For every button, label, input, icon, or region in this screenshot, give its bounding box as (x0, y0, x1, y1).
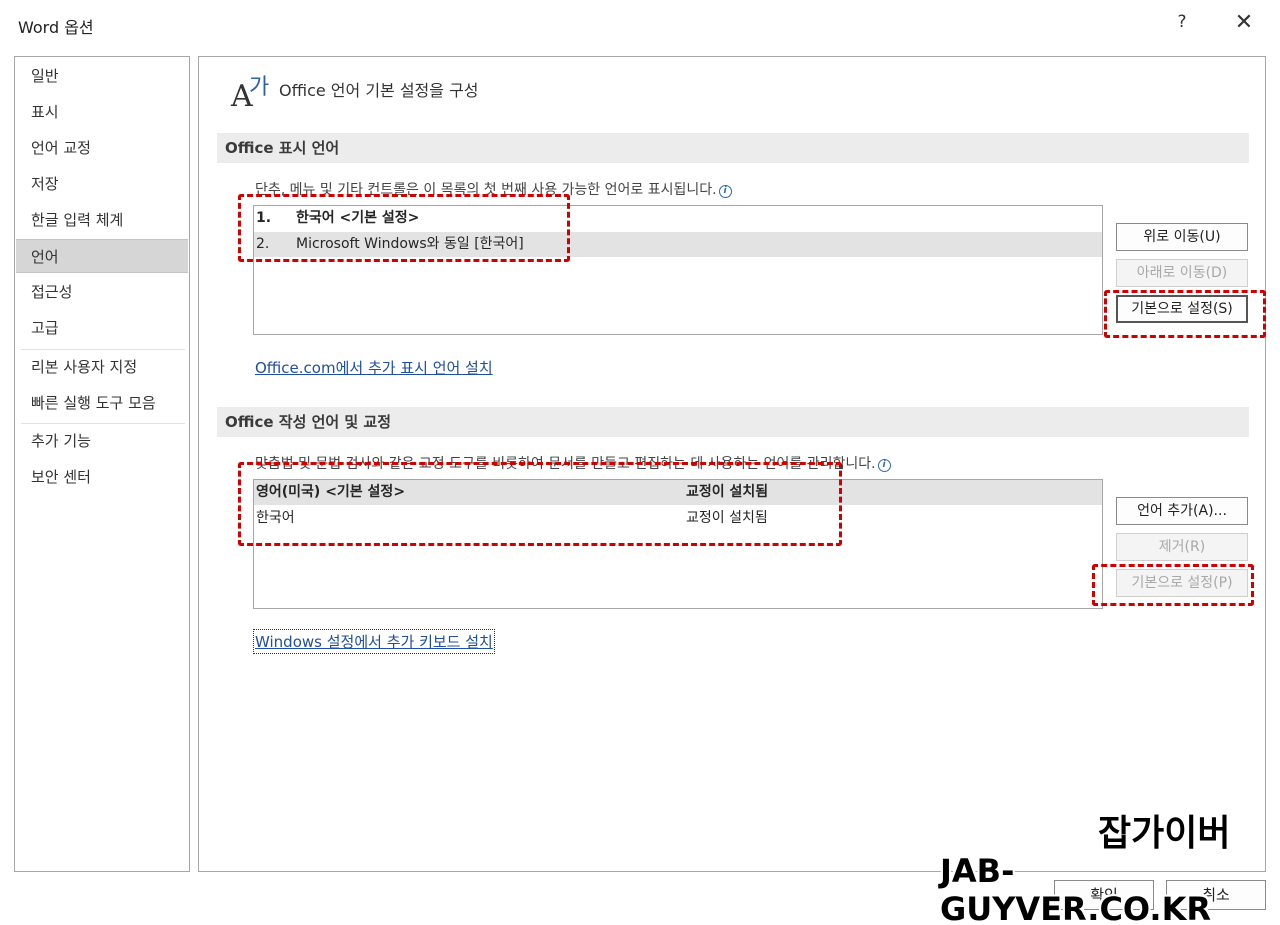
sidebar-item-display[interactable]: 표시 (16, 95, 188, 129)
options-sidebar: 일반 표시 언어 교정 저장 한글 입력 체계 언어 접근성 고급 리본 사용자… (14, 56, 190, 872)
list-item-label: 한국어 <기본 설정> (296, 210, 420, 226)
set-default-display-button[interactable]: 기본으로 설정(S) (1116, 295, 1248, 323)
move-down-button[interactable]: 아래로 이동(D) (1116, 259, 1248, 287)
authoring-language-description-text: 맞춤법 및 문법 검사와 같은 교정 도구를 비롯하여 문서를 만들고 편집하는… (255, 456, 876, 472)
display-language-description-text: 단추, 메뉴 및 기타 컨트롤은 이 목록의 첫 번째 사용 가능한 언어로 표… (255, 182, 717, 198)
help-button[interactable]: ? (1170, 12, 1194, 38)
display-language-description: 단추, 메뉴 및 기타 컨트롤은 이 목록의 첫 번째 사용 가능한 언어로 표… (255, 179, 732, 199)
watermark-url: JAB-GUYVER.CO.KR (940, 852, 1212, 925)
sidebar-item-proofing[interactable]: 언어 교정 (16, 131, 188, 165)
sidebar-item-quick-access-toolbar[interactable]: 빠른 실행 도구 모음 (16, 386, 188, 420)
proofing-status-cell: 교정이 설치됨 (686, 484, 769, 500)
close-icon[interactable]: ✕ (1230, 10, 1258, 38)
authoring-language-section-header: Office 작성 언어 및 교정 (217, 407, 1249, 437)
info-icon[interactable]: i (718, 185, 732, 198)
list-item[interactable]: 2. Microsoft Windows와 동일 [한국어] (254, 232, 1102, 257)
list-item-label: Microsoft Windows와 동일 [한국어] (296, 236, 524, 252)
sidebar-item-general[interactable]: 일반 (16, 59, 188, 93)
proofing-status-cell: 교정이 설치됨 (686, 510, 768, 526)
display-language-section-header: Office 표시 언어 (217, 133, 1249, 163)
install-display-language-link[interactable]: Office.com에서 추가 표시 언어 설치 (255, 357, 493, 378)
display-language-list[interactable]: 1. 한국어 <기본 설정> 2. Microsoft Windows와 동일 … (253, 205, 1103, 335)
sidebar-item-hangul-input[interactable]: 한글 입력 체계 (16, 203, 188, 237)
sidebar-item-advanced[interactable]: 고급 (16, 311, 188, 345)
list-item-number: 1. (256, 210, 272, 226)
language-cell: 영어(미국) <기본 설정> (256, 484, 406, 500)
watermark-brand: 잡가이버 (1098, 813, 1231, 854)
sidebar-item-save[interactable]: 저장 (16, 167, 188, 201)
sidebar-item-accessibility[interactable]: 접근성 (16, 275, 188, 309)
language-icon: A 가 (229, 69, 275, 114)
language-cell: 한국어 (256, 510, 295, 526)
table-row[interactable]: 한국어 교정이 설치됨 (254, 506, 1102, 531)
page-title: Office 언어 기본 설정을 구성 (279, 81, 479, 100)
sidebar-item-add-ins[interactable]: 추가 기능 (16, 424, 188, 458)
authoring-language-description: 맞춤법 및 문법 검사와 같은 교정 도구를 비롯하여 문서를 만들고 편집하는… (255, 453, 891, 473)
language-settings-panel: A 가 Office 언어 기본 설정을 구성 Office 표시 언어 단추,… (198, 56, 1266, 872)
sidebar-item-customize-ribbon[interactable]: 리본 사용자 지정 (16, 350, 188, 384)
set-default-authoring-button[interactable]: 기본으로 설정(P) (1116, 569, 1248, 597)
sidebar-item-trust-center[interactable]: 보안 센터 (16, 460, 188, 494)
list-item-number: 2. (256, 236, 270, 252)
language-icon-hangul: 가 (249, 75, 270, 100)
info-icon[interactable]: i (877, 459, 891, 472)
move-up-button[interactable]: 위로 이동(U) (1116, 223, 1248, 251)
remove-language-button[interactable]: 제거(R) (1116, 533, 1248, 561)
title-bar: Word 옵션 ? ✕ (0, 0, 1280, 52)
authoring-language-list[interactable]: 영어(미국) <기본 설정> 교정이 설치됨 한국어 교정이 설치됨 (253, 479, 1103, 609)
sidebar-item-language[interactable]: 언어 (16, 239, 188, 273)
list-item[interactable]: 1. 한국어 <기본 설정> (254, 206, 1102, 231)
table-row[interactable]: 영어(미국) <기본 설정> 교정이 설치됨 (254, 480, 1102, 505)
window-title: Word 옵션 (18, 18, 94, 37)
add-language-button[interactable]: 언어 추가(A)... (1116, 497, 1248, 525)
install-keyboard-link[interactable]: Windows 설정에서 추가 키보드 설치 (253, 629, 495, 654)
